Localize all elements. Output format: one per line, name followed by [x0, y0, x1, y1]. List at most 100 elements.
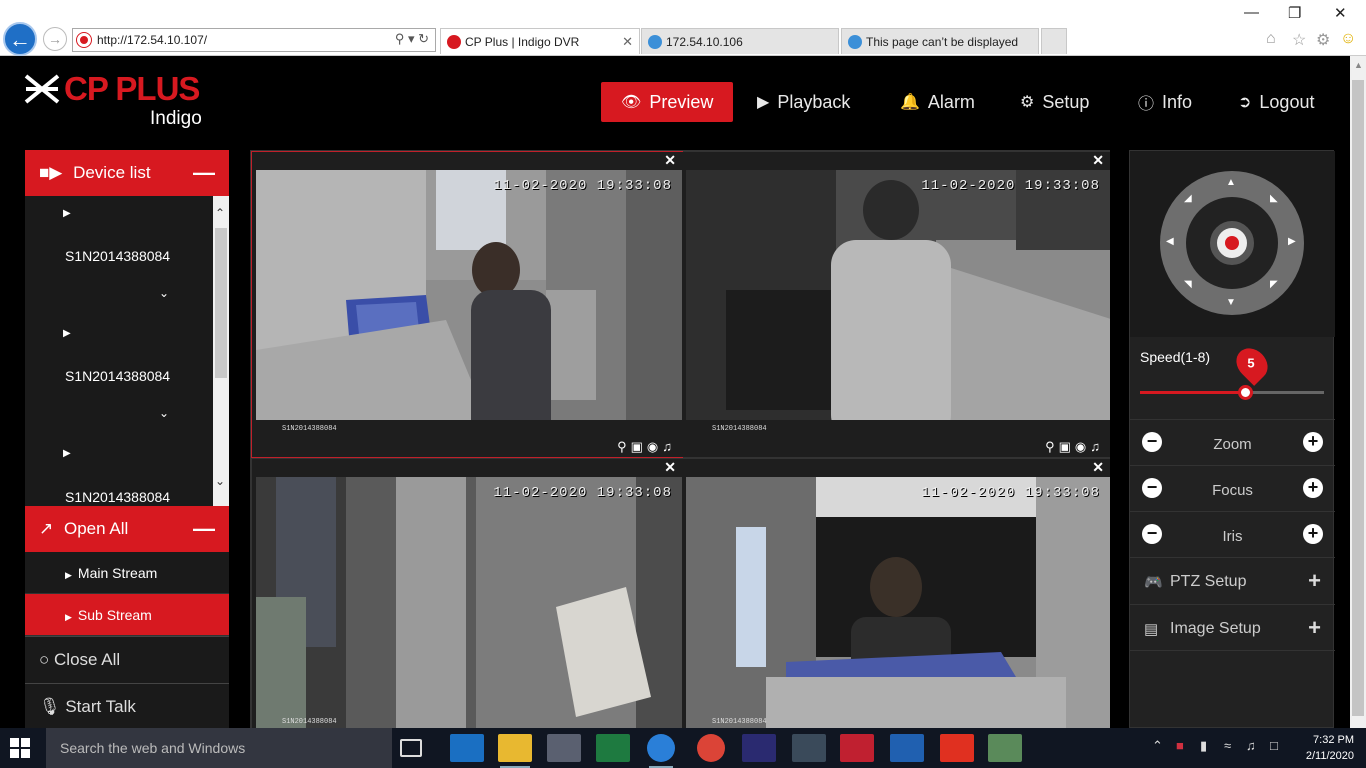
network-tool-icon[interactable] [792, 734, 826, 762]
nav-info[interactable]: ⓘ Info [1118, 82, 1212, 122]
notifications-icon[interactable]: □ [1270, 738, 1278, 753]
address-bar[interactable]: http://172.54.10.107/ ⚲ ▾ ↻ [72, 28, 436, 52]
ptz-center-button[interactable] [1210, 221, 1254, 265]
feedback-smiley-icon[interactable]: ☺ [1340, 30, 1356, 48]
home-icon[interactable]: ⌂ [1266, 30, 1276, 48]
taskbar-clock[interactable]: 7:32 PM 2/11/2020 [1290, 732, 1354, 764]
scrollbar-thumb[interactable] [215, 228, 227, 378]
settings-gear-icon[interactable]: ⚙ [1316, 30, 1330, 50]
expand-plus-icon[interactable]: + [1308, 568, 1321, 594]
wifi-icon[interactable]: ≈ [1224, 738, 1231, 753]
taskbar-search-box[interactable]: Search the web and Windows [46, 728, 392, 768]
expand-plus-icon[interactable]: + [1308, 615, 1321, 641]
close-icon[interactable]: ✕ [664, 152, 676, 169]
tab-close-icon[interactable]: ✕ [622, 34, 633, 50]
nav-setup[interactable]: ⚙ Setup [1000, 82, 1109, 122]
tally-icon[interactable] [742, 734, 776, 762]
close-icon[interactable]: ✕ [1092, 459, 1104, 476]
anydesk-icon[interactable] [940, 734, 974, 762]
zoom-in-button[interactable]: + [1303, 432, 1323, 452]
arrow-right-icon[interactable]: ▶ [1288, 236, 1296, 247]
scroll-down-icon[interactable]: ⌄ [215, 474, 225, 488]
close-all-button[interactable]: ○ Close All [25, 636, 229, 683]
forward-button[interactable]: → [43, 27, 67, 51]
arrow-down-icon[interactable]: ▼ [1226, 297, 1236, 308]
scroll-up-icon[interactable]: ⌃ [215, 206, 225, 220]
device-list-header[interactable]: ■▶ Device list — [25, 150, 229, 196]
focus-plus-button[interactable]: + [1303, 478, 1323, 498]
zoom-icon[interactable]: ⚲ [617, 439, 631, 454]
outlook-icon[interactable] [450, 734, 484, 762]
close-window-icon[interactable]: ✕ [1334, 4, 1347, 22]
chrome-icon[interactable] [697, 734, 725, 762]
record-icon[interactable]: ▣ [1059, 439, 1075, 454]
internet-explorer-icon[interactable] [647, 734, 675, 768]
scroll-up-icon[interactable]: ▲ [1354, 60, 1363, 70]
audio-icon[interactable]: ♫ [1090, 439, 1104, 454]
arrow-up-icon[interactable]: ▲ [1226, 177, 1236, 188]
close-icon[interactable]: ✕ [664, 459, 676, 476]
file-explorer-icon[interactable] [498, 734, 532, 768]
image-setup-row[interactable]: ▤ Image Setup + [1130, 604, 1335, 651]
arrow-up-right-icon[interactable]: ◣ [1270, 193, 1278, 204]
iris-plus-button[interactable]: + [1303, 524, 1323, 544]
camera-tile[interactable]: ✕ 11-02-2020 19:33:08 S1N2014388084 ⚲▣◉♫ [682, 152, 1110, 457]
task-view-icon[interactable] [400, 739, 422, 757]
collapse-icon[interactable]: — [193, 160, 215, 186]
arrow-down-right-icon[interactable]: ◤ [1270, 279, 1278, 290]
remote-desktop-icon[interactable] [890, 734, 924, 762]
excel-icon[interactable] [596, 734, 630, 762]
address-tools-icon[interactable]: ⚲ ▾ ↻ [395, 31, 429, 47]
ptz-direction-pad[interactable]: ▲ ▼ ◀ ▶ ◢ ◣ ◥ ◤ [1160, 171, 1304, 315]
snipping-tool-icon[interactable] [547, 734, 581, 762]
browser-tab[interactable]: This page can’t be displayed [841, 28, 1039, 54]
caret-icon: ▶ [65, 570, 72, 580]
ie-icon [848, 35, 862, 49]
left-panel: ■▶ Device list — ▶ S1N2014388084 ⌄ ▶ S1N… [25, 150, 229, 728]
zoom-icon[interactable]: ⚲ [1045, 439, 1059, 454]
record-icon[interactable]: ▣ [631, 439, 647, 454]
camera-tile[interactable]: ✕ 11-02-2020 19:33:08 S1N2014388084 [252, 459, 682, 728]
tray-app-icon[interactable]: ■ [1176, 738, 1184, 753]
start-talk-button[interactable]: 🎙 Start Talk [25, 683, 229, 730]
snapshot-icon[interactable]: ◉ [1075, 439, 1090, 454]
page-scrollbar-thumb[interactable] [1352, 80, 1364, 716]
favorites-star-icon[interactable]: ☆ [1292, 30, 1306, 50]
windows-start-icon[interactable] [10, 738, 30, 758]
restore-icon[interactable]: ❐ [1288, 4, 1301, 22]
browser-tab-active[interactable]: CP Plus | Indigo DVR ✕ [440, 28, 640, 54]
sub-stream-item[interactable]: ▶ Sub Stream [25, 594, 229, 636]
snapshot-icon[interactable]: ◉ [647, 439, 662, 454]
speed-slider[interactable]: 5 [1140, 342, 1324, 400]
collapse-icon[interactable]: — [193, 516, 215, 542]
page-scrollbar[interactable]: ▲ [1350, 56, 1366, 728]
app-16-icon[interactable] [840, 734, 874, 762]
battery-icon[interactable]: ▮ [1200, 738, 1207, 754]
main-stream-item[interactable]: ▶ Main Stream [25, 552, 229, 594]
back-button[interactable]: ← [3, 22, 37, 56]
arrow-up-left-icon[interactable]: ◢ [1184, 193, 1192, 204]
nav-alarm[interactable]: 🔔 Alarm [880, 82, 995, 122]
arrow-left-icon[interactable]: ◀ [1166, 236, 1174, 247]
nav-playback[interactable]: ▶ Playback [737, 82, 870, 122]
stream-label: Main Stream [77, 565, 158, 581]
camera-tile[interactable]: ✕ 11-02-2020 19:33:08 S1N2014388084 [682, 459, 1110, 728]
camera-tile[interactable]: ✕ 11-02-2020 19:33:08 S1N2014388084 ⚲▣◉♫ [251, 151, 683, 458]
new-tab-button[interactable] [1041, 28, 1067, 54]
browser-tab[interactable]: 172.54.10.106 [641, 28, 839, 54]
speed-slider-knob[interactable] [1238, 385, 1253, 400]
volume-icon[interactable]: ♫ [1246, 738, 1256, 753]
nav-logout[interactable]: ➲ Logout [1218, 82, 1334, 122]
ptz-setup-row[interactable]: 🎮 PTZ Setup + [1130, 557, 1335, 604]
audio-icon[interactable]: ♫ [662, 439, 676, 454]
close-icon[interactable]: ✕ [1092, 152, 1104, 169]
open-all-header[interactable]: ↗ Open All — [25, 506, 229, 552]
speed-slider-fill [1140, 391, 1245, 394]
nav-preview[interactable]: 👁 Preview [601, 82, 734, 122]
tray-chevron-icon[interactable]: ⌃ [1152, 738, 1163, 754]
camera-channel-label: S1N2014388084 [712, 425, 767, 433]
arrow-down-left-icon[interactable]: ◥ [1184, 279, 1192, 290]
device-list-scrollbar[interactable]: ⌃ ⌄ [213, 196, 229, 506]
app-window-icon[interactable] [988, 734, 1022, 762]
minimize-icon[interactable]: — [1244, 4, 1259, 21]
